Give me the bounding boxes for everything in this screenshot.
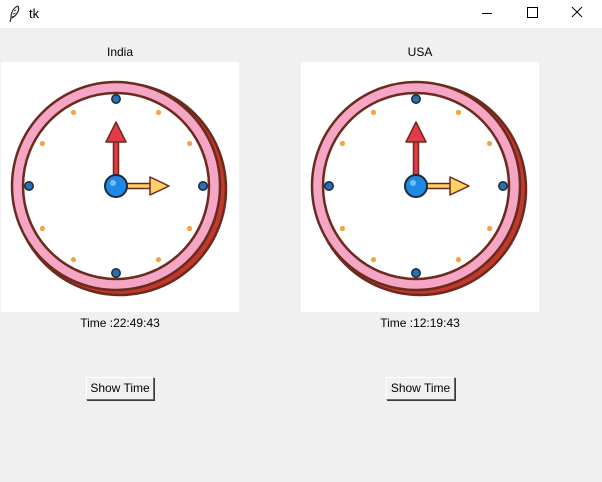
center-pin-highlight	[410, 180, 416, 186]
clock-image-india	[1, 62, 239, 312]
hour-marker	[198, 181, 208, 191]
minute-marker	[39, 225, 46, 232]
minimize-icon	[482, 13, 492, 14]
close-icon	[571, 6, 583, 18]
clock-face-icon	[10, 80, 228, 297]
hour-marker	[111, 94, 121, 104]
minute-marker	[70, 109, 77, 115]
region-label-usa: USA	[407, 45, 433, 59]
hour-marker	[411, 268, 421, 278]
region-label-india: India	[106, 45, 134, 59]
minute-marker	[187, 140, 193, 147]
minute-marker	[487, 225, 493, 232]
feather-icon	[9, 5, 20, 23]
minute-marker	[370, 257, 377, 263]
center-pin	[404, 174, 428, 198]
minute-marker	[155, 257, 162, 263]
minute-marker	[155, 109, 162, 115]
clock-face-icon	[310, 80, 528, 297]
center-pin-highlight	[110, 180, 116, 186]
minute-marker	[39, 140, 46, 147]
close-button[interactable]	[556, 0, 602, 28]
app-window: tk India Time :22:49:43 Show Time USA Ti…	[0, 0, 602, 482]
hour-marker	[324, 181, 334, 191]
minute-marker	[370, 109, 377, 115]
window-title: tk	[29, 6, 40, 21]
time-label-usa: Time :12:19:43	[380, 316, 460, 330]
minute-marker	[455, 109, 462, 115]
maximize-button[interactable]	[510, 0, 556, 28]
maximize-icon	[527, 7, 538, 18]
minute-marker	[339, 225, 345, 232]
time-label-india: Time :22:49:43	[80, 316, 160, 330]
clock-image-usa	[301, 62, 539, 312]
minute-marker	[70, 257, 77, 263]
minute-marker	[455, 257, 462, 263]
minute-marker	[187, 225, 193, 232]
minimize-button[interactable]	[464, 0, 510, 28]
hour-marker	[498, 181, 508, 191]
hour-marker	[411, 94, 421, 104]
hour-marker	[24, 181, 34, 191]
minute-marker	[487, 140, 493, 147]
center-pin	[104, 174, 128, 198]
show-time-button-usa[interactable]: Show Time	[386, 377, 455, 400]
minute-marker	[339, 140, 345, 147]
show-time-button-india[interactable]: Show Time	[86, 377, 154, 400]
title-bar[interactable]: tk	[0, 0, 602, 28]
hour-marker	[111, 268, 121, 278]
